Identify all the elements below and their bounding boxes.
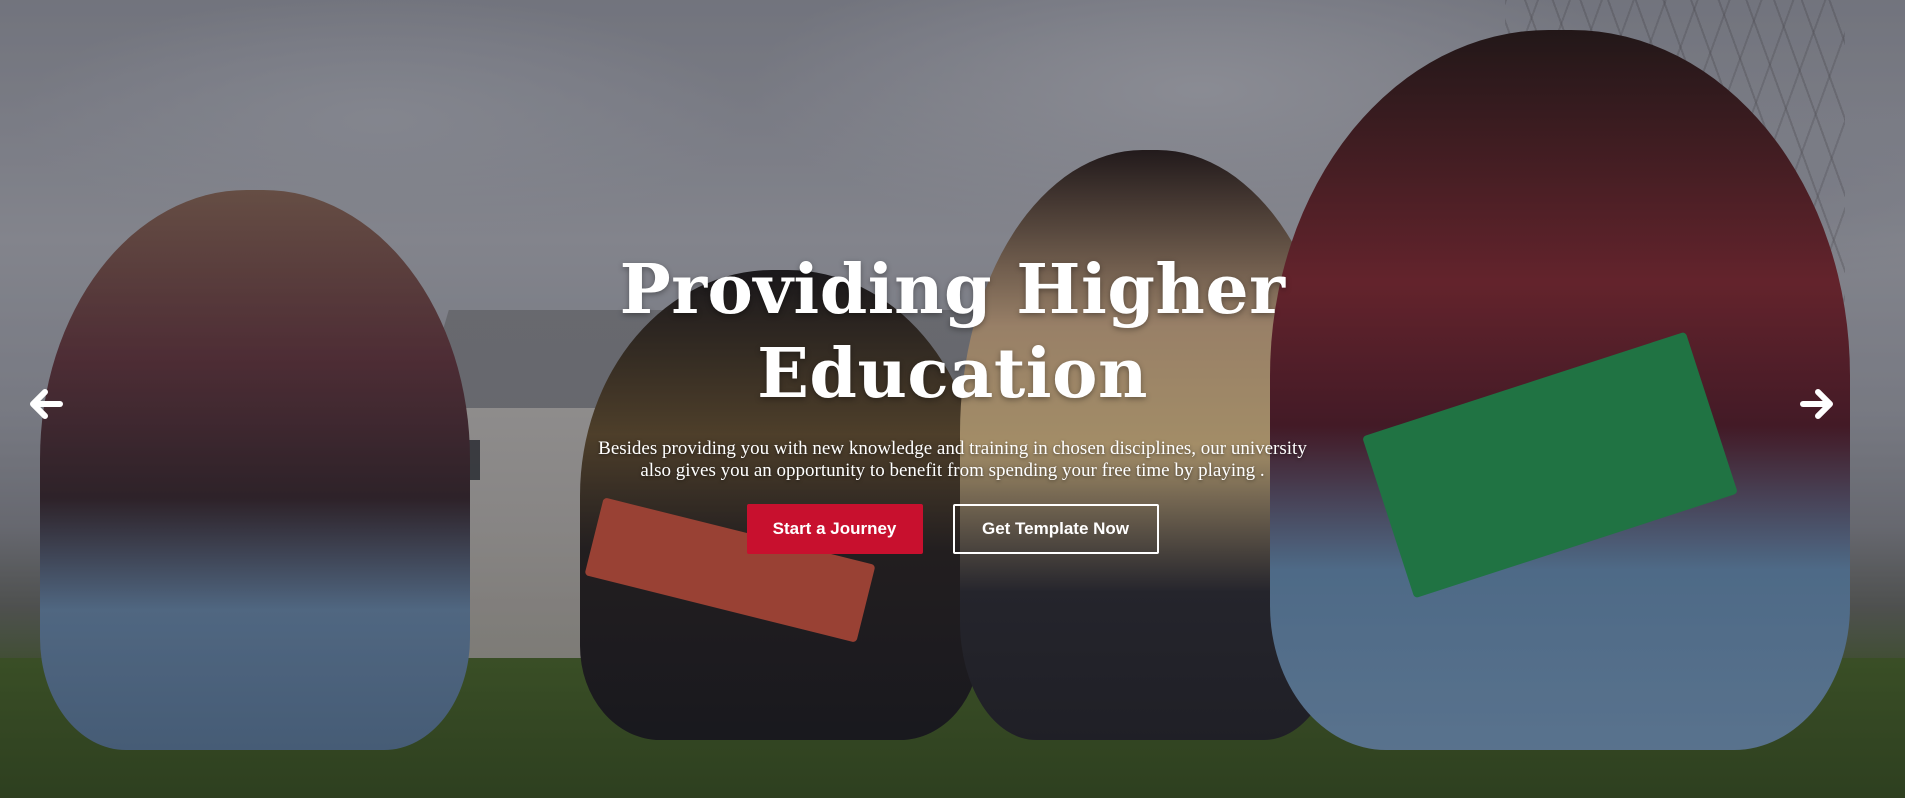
hero-title: Providing Higher Education <box>573 248 1333 416</box>
hero-title-line2: Education <box>757 334 1148 414</box>
arrow-left-icon <box>29 389 63 419</box>
get-template-button[interactable]: Get Template Now <box>952 504 1159 554</box>
start-journey-button[interactable]: Start a Journey <box>746 504 923 554</box>
hero-subtitle-line2: also gives you an opportunity to benefit… <box>640 460 1265 481</box>
carousel-prev-button[interactable] <box>26 384 66 424</box>
arrow-right-icon <box>1800 389 1834 419</box>
hero-title-line1: Providing Higher <box>619 250 1286 330</box>
carousel-next-button[interactable] <box>1797 384 1837 424</box>
hero-buttons: Start a Journey Get Template Now <box>0 504 1905 554</box>
hero-content: Providing Higher Education Besides provi… <box>0 248 1905 554</box>
hero-subtitle: Besides providing you with new knowledge… <box>533 438 1373 482</box>
hero-slider: Providing Higher Education Besides provi… <box>0 0 1905 798</box>
hero-subtitle-line1: Besides providing you with new knowledge… <box>598 438 1307 459</box>
